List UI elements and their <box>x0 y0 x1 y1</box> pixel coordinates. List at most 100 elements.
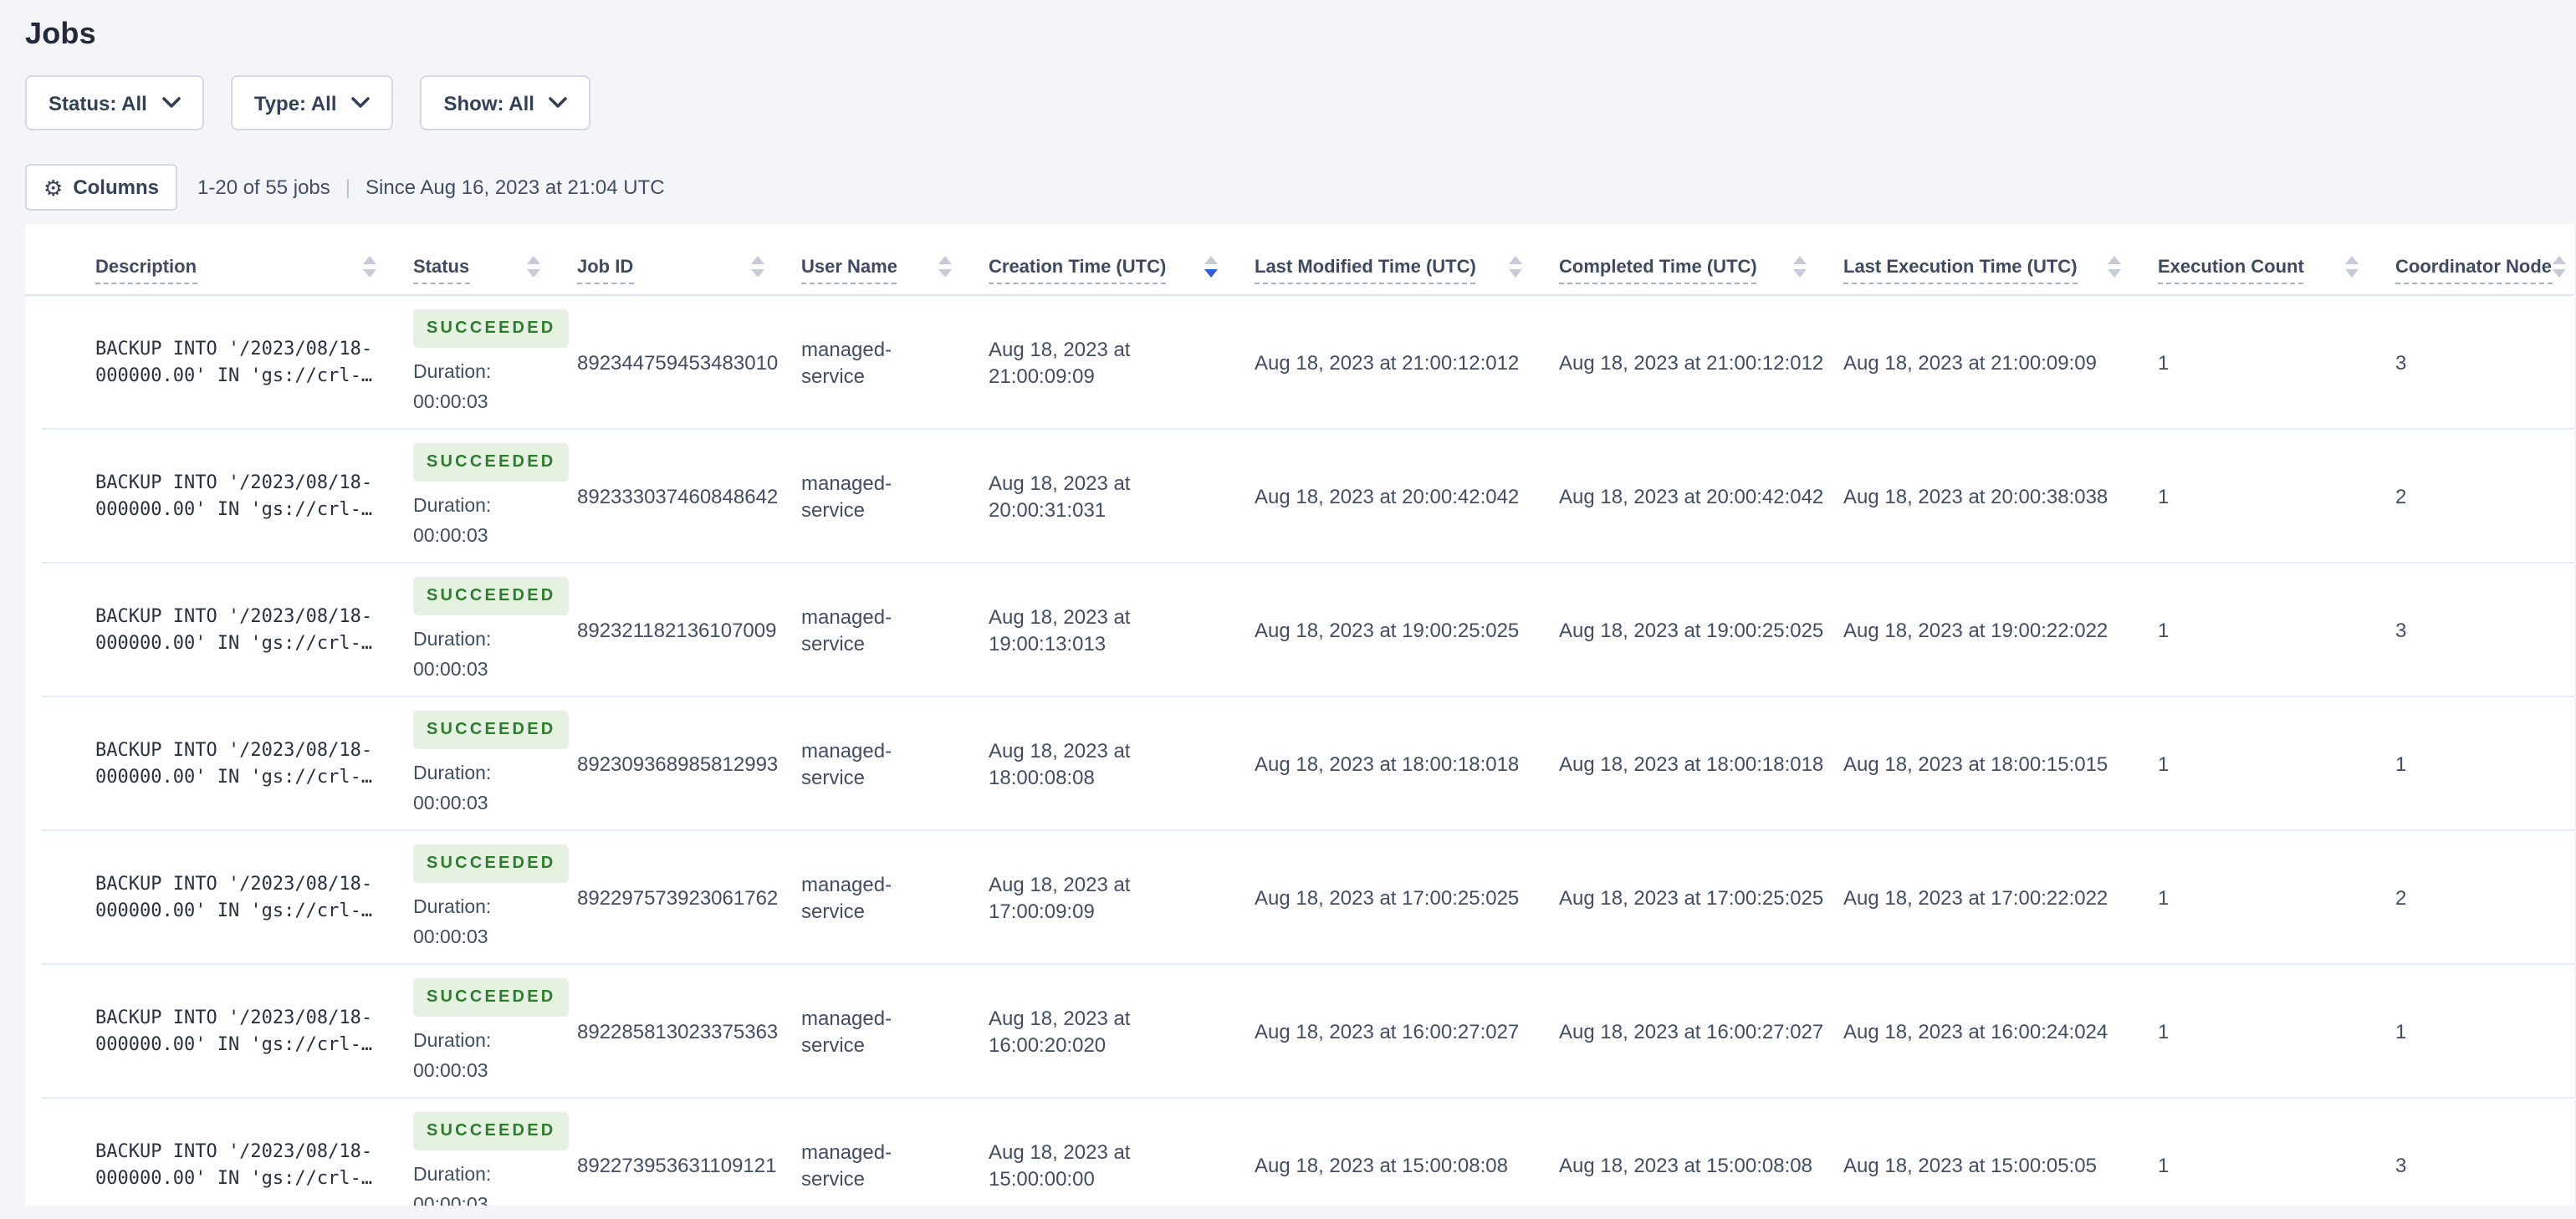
columns-button-label: Columns <box>73 176 159 199</box>
sort-icon <box>1204 256 1218 278</box>
duration-label: Duration: <box>413 496 492 516</box>
cell-status: SUCCEEDED Duration: 00:00:03 <box>413 844 577 952</box>
cell-last-modified-time: Aug 18, 2023 at 19:00:25:025 <box>1255 619 1520 642</box>
sort-icon <box>1793 256 1807 278</box>
cell-status: SUCCEEDED Duration: 00:00:03 <box>413 1111 577 1206</box>
cell-completed-time: Aug 18, 2023 at 17:00:25:025 <box>1559 886 1824 910</box>
cell-coordinator-node: 3 <box>2395 351 2407 375</box>
duration-label: Duration: <box>413 897 492 917</box>
cell-description: BACKUP INTO '/2023/08/18- 000000.00' IN … <box>95 1140 373 1189</box>
type-filter-dropdown[interactable]: Type: All <box>230 75 394 130</box>
cell-creation-time: Aug 18, 2023 at 21:00:09:09 <box>989 338 1131 388</box>
duration-value: 00:00:03 <box>413 1195 488 1206</box>
status-badge: SUCCEEDED <box>413 576 570 615</box>
jobs-page: Jobs Status: All Type: All Show: All ⚙ C… <box>0 0 2576 1219</box>
gear-icon: ⚙ <box>43 175 64 200</box>
sort-icon <box>527 256 540 278</box>
duration-value: 00:00:03 <box>413 660 488 680</box>
cell-creation-time: Aug 18, 2023 at 16:00:20:020 <box>989 1007 1131 1057</box>
column-header-user-name[interactable]: User Name <box>801 256 989 284</box>
column-header-description[interactable]: Description <box>95 256 413 284</box>
duration-value: 00:00:03 <box>413 1061 488 1081</box>
show-filter-dropdown[interactable]: Show: All <box>420 75 591 130</box>
cell-completed-time: Aug 18, 2023 at 16:00:27:027 <box>1559 1020 1824 1043</box>
cell-status: SUCCEEDED Duration: 00:00:03 <box>413 710 577 819</box>
cell-user-name: managed- service <box>801 1140 892 1191</box>
cell-creation-time: Aug 18, 2023 at 19:00:13:013 <box>989 605 1131 655</box>
table-row: BACKUP INTO '/2023/08/18- 000000.00' IN … <box>25 831 2574 965</box>
column-header-completed-time[interactable]: Completed Time (UTC) <box>1559 256 1843 284</box>
sort-icon <box>363 256 376 278</box>
cell-creation-time: Aug 18, 2023 at 17:00:09:09 <box>989 873 1131 923</box>
status-badge: SUCCEEDED <box>413 309 570 347</box>
cell-job-id: 892285813023375363 <box>577 1020 779 1043</box>
jobs-table: Description Status Job ID User Name Crea… <box>25 224 2574 1206</box>
cell-user-name: managed- service <box>801 605 892 655</box>
cell-status: SUCCEEDED Duration: 00:00:03 <box>413 576 577 685</box>
jobs-count: 1-20 of 55 jobs <box>197 176 330 199</box>
cell-job-id: 892344759453483010 <box>577 351 779 375</box>
cell-last-execution-time: Aug 18, 2023 at 20:00:38:038 <box>1843 485 2108 508</box>
status-badge: SUCCEEDED <box>413 844 570 882</box>
show-filter-label: Show: All <box>443 91 534 115</box>
table-row: BACKUP INTO '/2023/08/18- 000000.00' IN … <box>25 564 2574 697</box>
cell-status: SUCCEEDED Duration: 00:00:03 <box>413 309 577 417</box>
cell-execution-count: 1 <box>2158 752 2170 776</box>
column-header-coordinator-node[interactable]: Coordinator Node <box>2395 256 2574 284</box>
cell-status: SUCCEEDED Duration: 00:00:03 <box>413 442 577 551</box>
status-filter-dropdown[interactable]: Status: All <box>25 75 204 130</box>
cell-description: BACKUP INTO '/2023/08/18- 000000.00' IN … <box>95 739 373 788</box>
chevron-down-icon <box>549 97 568 108</box>
filter-bar: Status: All Type: All Show: All <box>25 75 2551 130</box>
column-header-last-modified[interactable]: Last Modified Time (UTC) <box>1255 256 1559 284</box>
sort-icon <box>2552 256 2565 278</box>
cell-last-modified-time: Aug 18, 2023 at 21:00:12:012 <box>1255 351 1520 375</box>
duration-label: Duration: <box>413 1031 492 1051</box>
cell-execution-count: 1 <box>2158 351 2170 375</box>
column-header-creation-time[interactable]: Creation Time (UTC) <box>989 256 1255 284</box>
cell-creation-time: Aug 18, 2023 at 18:00:08:08 <box>989 739 1131 789</box>
cell-user-name: managed- service <box>801 873 892 923</box>
column-header-status[interactable]: Status <box>413 256 577 284</box>
cell-description: BACKUP INTO '/2023/08/18- 000000.00' IN … <box>95 1007 373 1055</box>
table-row: BACKUP INTO '/2023/08/18- 000000.00' IN … <box>25 965 2574 1099</box>
column-header-job-id[interactable]: Job ID <box>577 256 801 284</box>
cell-user-name: managed- service <box>801 338 892 388</box>
columns-button[interactable]: ⚙ Columns <box>25 164 177 211</box>
cell-execution-count: 1 <box>2158 1020 2170 1043</box>
cell-last-execution-time: Aug 18, 2023 at 15:00:05:05 <box>1843 1154 2097 1177</box>
sort-icon <box>751 256 764 278</box>
duration-value: 00:00:03 <box>413 392 488 412</box>
cell-completed-time: Aug 18, 2023 at 15:00:08:08 <box>1559 1154 1812 1177</box>
cell-description: BACKUP INTO '/2023/08/18- 000000.00' IN … <box>95 472 373 520</box>
cell-job-id: 892333037460848642 <box>577 485 779 508</box>
table-header-row: Description Status Job ID User Name Crea… <box>25 224 2574 296</box>
cell-coordinator-node: 2 <box>2395 485 2407 508</box>
cell-user-name: managed- service <box>801 1007 892 1057</box>
column-header-last-execution[interactable]: Last Execution Time (UTC) <box>1843 256 2158 284</box>
status-badge: SUCCEEDED <box>413 977 570 1016</box>
chevron-down-icon <box>162 97 181 108</box>
column-header-execution-count[interactable]: Execution Count <box>2158 256 2395 284</box>
duration-label: Duration: <box>413 763 492 783</box>
cell-coordinator-node: 1 <box>2395 752 2407 776</box>
duration-label: Duration: <box>413 362 492 382</box>
chevron-down-icon <box>351 97 371 108</box>
cell-last-execution-time: Aug 18, 2023 at 17:00:22:022 <box>1843 886 2108 910</box>
cell-completed-time: Aug 18, 2023 at 19:00:25:025 <box>1559 619 1824 642</box>
cell-last-modified-time: Aug 18, 2023 at 15:00:08:08 <box>1255 1154 1508 1177</box>
cell-status: SUCCEEDED Duration: 00:00:03 <box>413 977 577 1086</box>
sort-icon <box>2345 256 2359 278</box>
cell-creation-time: Aug 18, 2023 at 20:00:31:031 <box>989 472 1131 522</box>
cell-job-id: 892297573923061762 <box>577 886 779 910</box>
status-badge: SUCCEEDED <box>413 1111 570 1150</box>
cell-user-name: managed- service <box>801 739 892 789</box>
cell-execution-count: 1 <box>2158 1154 2170 1177</box>
cell-coordinator-node: 3 <box>2395 619 2407 642</box>
status-badge: SUCCEEDED <box>413 710 570 748</box>
table-row: BACKUP INTO '/2023/08/18- 000000.00' IN … <box>25 697 2574 831</box>
duration-value: 00:00:03 <box>413 927 488 947</box>
cell-last-modified-time: Aug 18, 2023 at 16:00:27:027 <box>1255 1020 1520 1043</box>
cell-coordinator-node: 3 <box>2395 1154 2407 1177</box>
cell-description: BACKUP INTO '/2023/08/18- 000000.00' IN … <box>95 873 373 921</box>
